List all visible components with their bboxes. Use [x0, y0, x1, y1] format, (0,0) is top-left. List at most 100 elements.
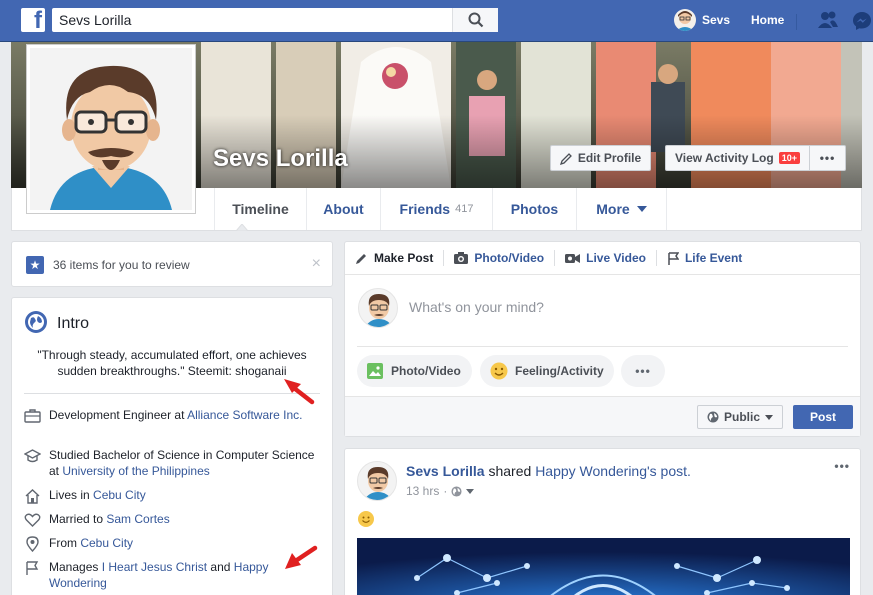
top-user-link[interactable]: Sevs: [674, 9, 730, 31]
intro-item-relationship: Married to Sam Cortes: [24, 511, 320, 527]
post-shared-image[interactable]: [357, 538, 850, 595]
globe-icon[interactable]: [451, 485, 462, 497]
profile-name: Sevs Lorilla: [213, 145, 348, 172]
view-activity-label: View Activity Log: [675, 151, 774, 165]
intro-title: Intro: [57, 315, 90, 332]
profile-avatar-illustration: [30, 48, 192, 210]
intro-from-link[interactable]: Cebu City: [80, 536, 133, 550]
intro-divider: [24, 393, 320, 394]
pencil-icon: [559, 152, 572, 165]
smiley-icon: [490, 362, 508, 380]
flag-icon: [26, 561, 39, 575]
tab-timeline[interactable]: Timeline: [214, 188, 307, 230]
globe-icon: [707, 411, 719, 423]
top-navigation-bar: f Sevs Home: [0, 0, 873, 42]
tab-photo-video[interactable]: Photo/Video: [444, 250, 556, 266]
review-items-card[interactable]: ★ 36 items for you to review ×: [11, 241, 333, 287]
life-event-tab-label: Life Event: [684, 251, 743, 265]
activity-badge: 10+: [778, 152, 800, 164]
photo-icon: [367, 363, 383, 379]
tab-about[interactable]: About: [307, 188, 381, 230]
post-author-link[interactable]: Sevs Lorilla: [406, 463, 485, 479]
search-input[interactable]: [52, 8, 442, 32]
heart-icon: [24, 513, 41, 527]
location-pin-icon: [26, 536, 39, 552]
tab-about-label: About: [323, 201, 364, 217]
tab-friends[interactable]: Friends 417: [381, 188, 493, 230]
annotation-arrow-1: [284, 379, 315, 405]
friends-count: 417: [455, 203, 474, 215]
feeling-activity-label: Feeling/Activity: [515, 364, 604, 378]
post-author-avatar[interactable]: [357, 461, 397, 501]
tab-photos-label: Photos: [510, 201, 559, 217]
intro-relationship-link[interactable]: Sam Cortes: [106, 512, 169, 526]
graduation-cap-icon: [24, 449, 41, 463]
composer-input[interactable]: What's on your mind?: [409, 299, 544, 315]
chevron-down-icon[interactable]: [466, 488, 475, 494]
live-video-tab-label: Live Video: [586, 251, 646, 265]
intro-relationship-prefix: Married to: [49, 512, 107, 526]
home-link[interactable]: Home: [751, 13, 784, 27]
intro-manages-prefix: Manages: [49, 560, 102, 574]
tab-friends-label: Friends: [399, 201, 451, 217]
facebook-logo[interactable]: f: [21, 8, 45, 32]
profile-more-button[interactable]: •••: [810, 145, 846, 171]
star-icon: ★: [26, 256, 44, 274]
video-camera-icon: [565, 253, 581, 263]
smiley-icon: [358, 511, 374, 527]
active-tab-indicator: [236, 224, 248, 231]
tab-life-event[interactable]: Life Event: [657, 250, 752, 266]
post-meta: 13 hrs ·: [406, 484, 475, 498]
composer-more-button[interactable]: •••: [621, 355, 665, 387]
intro-manages-and: and: [207, 560, 234, 574]
intro-from-prefix: From: [49, 536, 81, 550]
profile-picture[interactable]: [26, 44, 196, 214]
pencil-icon: [356, 253, 366, 264]
make-post-label: Make Post: [374, 251, 434, 265]
review-items-text: 36 items for you to review: [53, 258, 190, 272]
camera-icon: [454, 252, 469, 264]
flag-icon: [668, 251, 679, 265]
composer-footer: Public Post: [345, 396, 860, 436]
globe-icon: [25, 311, 47, 333]
friend-requests-button[interactable]: [816, 10, 840, 33]
feeling-activity-button[interactable]: Feeling/Activity: [480, 355, 614, 387]
feed-post: Sevs Lorilla shared Happy Wondering's po…: [344, 448, 861, 595]
edit-profile-button[interactable]: Edit Profile: [550, 145, 651, 171]
edit-profile-label: Edit Profile: [577, 151, 642, 165]
post-options-button[interactable]: •••: [834, 459, 850, 473]
intro-manages-link-1[interactable]: I Heart Jesus Christ: [102, 560, 207, 574]
home-icon: [25, 489, 40, 504]
composer-tabs: Make Post Photo/Video Live Video Life Ev…: [345, 242, 860, 275]
facebook-logo-letter: f: [34, 8, 42, 32]
intro-lives-link[interactable]: Cebu City: [93, 488, 146, 502]
post-shared-link[interactable]: Happy Wondering's post.: [535, 463, 691, 479]
audience-selector[interactable]: Public: [697, 405, 783, 429]
intro-education-link[interactable]: University of the Philippines: [62, 464, 209, 478]
intro-work-prefix: Development Engineer at: [49, 408, 188, 422]
intro-quote: "Through steady, accumulated effort, one…: [37, 348, 307, 378]
search-box: [52, 8, 498, 32]
top-user-name: Sevs: [702, 13, 731, 27]
intro-item-work: Development Engineer at Alliance Softwar…: [24, 407, 320, 423]
post-time[interactable]: 13 hrs: [406, 484, 439, 498]
messenger-icon: [853, 12, 871, 30]
tab-timeline-label: Timeline: [232, 201, 289, 217]
photo-video-button[interactable]: Photo/Video: [357, 355, 472, 387]
tab-photos[interactable]: Photos: [493, 188, 577, 230]
chevron-down-icon: [636, 206, 647, 212]
tab-make-post[interactable]: Make Post: [345, 250, 445, 266]
tab-more[interactable]: More: [577, 188, 667, 230]
photo-video-button-label: Photo/Video: [391, 364, 461, 378]
intro-item-manages: Manages I Heart Jesus Christ and Happy W…: [24, 559, 320, 591]
search-button[interactable]: [452, 8, 498, 32]
view-activity-log-button[interactable]: View Activity Log 10+: [665, 145, 810, 171]
top-divider: [796, 14, 797, 30]
tab-live-video[interactable]: Live Video: [555, 250, 657, 266]
chevron-down-icon: [765, 414, 773, 420]
messenger-button[interactable]: [851, 10, 873, 35]
photo-video-tab-label: Photo/Video: [474, 251, 545, 265]
post-button[interactable]: Post: [793, 405, 853, 429]
intro-work-link[interactable]: Alliance Software Inc.: [187, 408, 302, 422]
close-icon[interactable]: ×: [312, 255, 321, 273]
